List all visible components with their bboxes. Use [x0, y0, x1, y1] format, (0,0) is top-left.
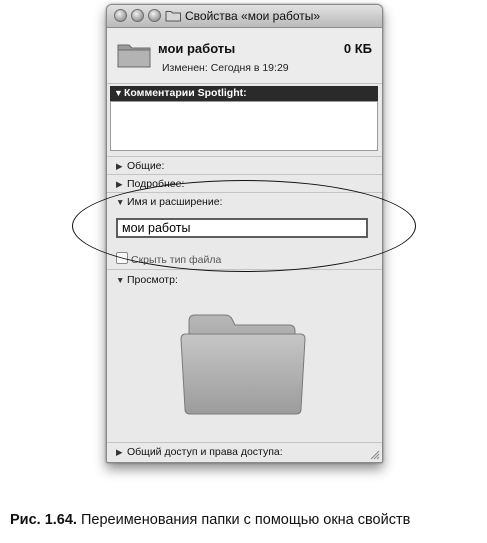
disclosure-collapsed-icon: ▶ [116, 161, 123, 171]
disclosure-expanded-icon: ▼ [114, 88, 123, 98]
section-sharing-label: Общий доступ и права доступа: [127, 446, 283, 458]
section-general-label: Общие: [127, 160, 165, 172]
title-bar[interactable]: Свойства «мои работы» [107, 5, 382, 28]
divider [107, 269, 382, 270]
name-field[interactable] [116, 218, 368, 238]
figure-number: Рис. 1.64. [10, 512, 77, 528]
section-sharing-permissions[interactable]: ▶ Общий доступ и права доступа: [116, 446, 283, 458]
checkbox-box[interactable] [116, 252, 128, 264]
disclosure-expanded-icon: ▼ [116, 197, 125, 207]
disclosure-expanded-icon: ▼ [116, 275, 125, 285]
info-window: Свойства «мои работы» мои работы 0 КБ Из… [106, 4, 383, 463]
resize-grip-icon[interactable] [369, 449, 380, 460]
window-title: Свойства «мои работы» [185, 9, 321, 23]
figure-caption-text: Переименования папки с помощью окна свой… [76, 512, 411, 528]
item-name: мои работы [158, 41, 236, 56]
divider [107, 156, 382, 157]
section-more-info[interactable]: ▶ Подробнее: [116, 178, 184, 190]
figure-caption: Рис. 1.64. Переименования папки с помощь… [10, 512, 410, 528]
section-more-info-label: Подробнее: [127, 178, 185, 190]
section-preview[interactable]: ▼ Просмотр: [116, 274, 178, 286]
disclosure-collapsed-icon: ▶ [116, 179, 123, 189]
close-window-button[interactable] [114, 9, 127, 22]
divider [107, 442, 382, 443]
section-general[interactable]: ▶ Общие: [116, 160, 164, 172]
item-size: 0 КБ [343, 41, 372, 56]
section-name-extension-label: Имя и расширение: [127, 196, 223, 208]
disclosure-collapsed-icon: ▶ [116, 447, 123, 457]
hide-extension-label: Скрыть тип файла [131, 254, 222, 266]
modified-date: Изменен: Сегодня в 19:29 [162, 62, 289, 74]
divider [107, 192, 382, 193]
hide-extension-checkbox[interactable]: Скрыть тип файла [116, 252, 221, 266]
divider [107, 174, 382, 175]
zoom-window-button[interactable] [148, 9, 161, 22]
spotlight-comments-label: Комментарии Spotlight: [124, 87, 247, 99]
minimize-window-button[interactable] [131, 9, 144, 22]
spotlight-comments-field[interactable] [110, 101, 378, 151]
section-preview-label: Просмотр: [127, 274, 178, 286]
folder-preview-image [180, 314, 306, 415]
folder-icon [165, 11, 181, 22]
folder-icon [117, 44, 151, 68]
info-header: мои работы 0 КБ Изменен: Сегодня в 19:29 [107, 28, 382, 84]
section-name-extension[interactable]: ▼ Имя и расширение: [116, 196, 222, 208]
spotlight-comments-header[interactable]: ▼ Комментарии Spotlight: [110, 86, 378, 101]
